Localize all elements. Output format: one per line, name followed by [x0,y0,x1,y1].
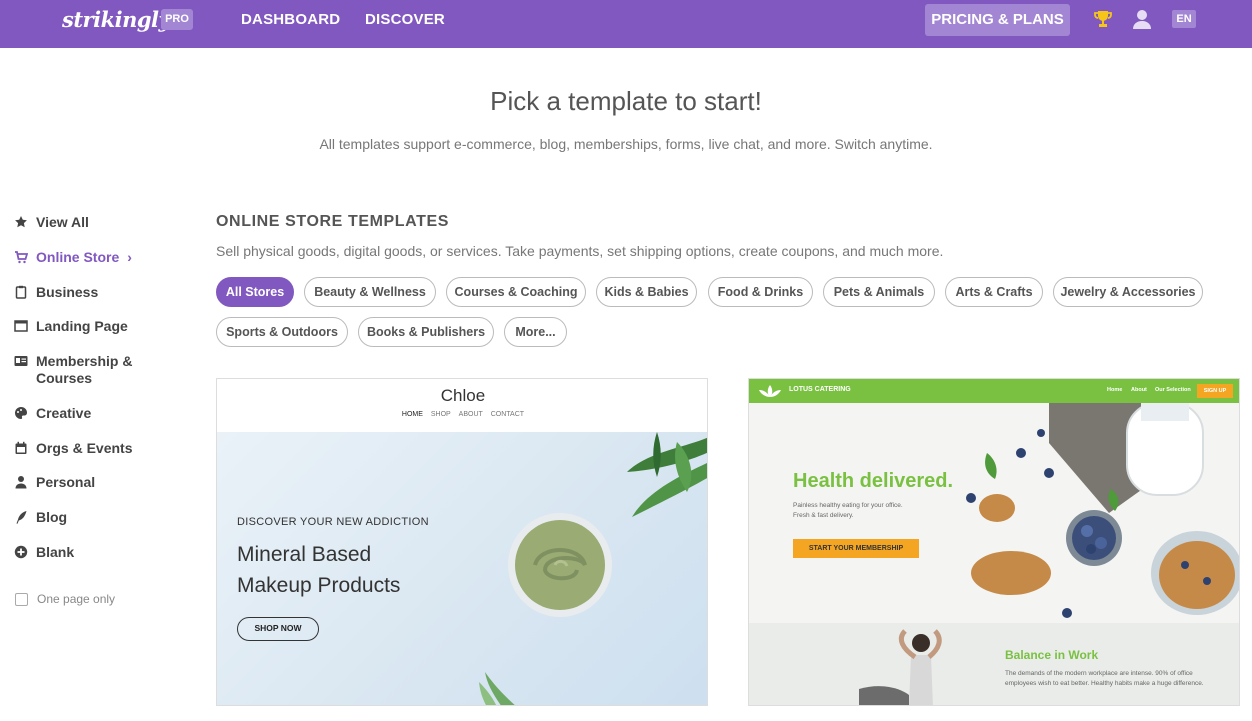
sidebar-item-view-all[interactable]: View All [14,214,89,231]
person-icon [15,476,27,489]
template-nav-item: SHOP [430,411,451,418]
template-headline: Health delivered. [793,470,954,492]
page-title: Pick a template to start! [490,86,762,116]
sidebar-item-blog[interactable]: Blog [14,509,67,526]
clay-bowl-illustration [508,513,612,617]
template-lower-section [749,623,1239,705]
filter-jewelry-accessories[interactable]: Jewelry & Accessories [1053,277,1203,307]
sidebar-item-label: Personal [36,474,96,490]
sidebar-item-label: View All [36,214,89,230]
sidebar-item-label: Blank [36,544,75,560]
pro-badge: PRO [161,9,193,30]
filter-kids-babies[interactable]: Kids & Babies [596,277,697,307]
filter-arts-crafts[interactable]: Arts & Crafts [945,277,1043,307]
sidebar-item-creative[interactable]: Creative [14,405,91,422]
template-subtext-line-2: Fresh & fast delivery. [793,512,854,519]
sidebar-item-label: Blog [36,509,68,525]
one-page-only-checkbox[interactable] [15,592,28,606]
sidebar-item-landing-page[interactable]: Landing Page [14,318,128,335]
filter-beauty-wellness[interactable]: Beauty & Wellness [304,277,436,307]
template-nav-item: Our Selection [1155,387,1191,393]
filter-sports-outdoors[interactable]: Sports & Outdoors [216,317,348,347]
template-card-lotus-catering[interactable]: LOTUS CATERING Home About Our Selection … [748,378,1240,706]
sidebar-item-online-store[interactable]: Online Store › [14,249,132,266]
section-title: ONLINE STORE TEMPLATES [216,213,450,230]
language-selector[interactable]: EN [1172,10,1196,28]
filter-books-publishers[interactable]: Books & Publishers [358,317,494,347]
calendar-icon [15,441,27,454]
template-nav-item: HOME [401,411,423,418]
sidebar-item-orgs-events[interactable]: Orgs & Events [14,440,132,457]
nav-discover[interactable]: DISCOVER [365,11,445,28]
template-subtext-line-1: Painless healthy eating for your office. [793,502,903,509]
plus-circle-icon [14,545,28,559]
clipboard-icon [15,285,27,299]
sidebar-item-blank[interactable]: Blank [14,544,74,561]
page-subtitle: All templates support e-commerce, blog, … [319,136,933,152]
template-section-body: The demands of the modern workplace are … [1005,670,1204,687]
section-description: Sell physical goods, digital goods, or s… [216,243,944,259]
filter-all-stores[interactable]: All Stores [216,277,294,307]
user-account-icon[interactable] [1131,8,1153,30]
nav-dashboard[interactable]: DASHBOARD [241,11,340,28]
one-page-only-label: One page only [37,592,116,606]
sidebar-item-label: Creative [36,405,92,421]
template-section-title: Balance in Work [1005,648,1099,662]
template-headline: Mineral Based Makeup Products [237,539,400,601]
window-icon [14,320,28,332]
sidebar-item-label: Orgs & Events [36,440,133,456]
chevron-right-icon: › [127,249,132,265]
sidebar-item-membership-courses[interactable]: Membership & Courses [14,353,174,387]
template-headline-line-1: Mineral Based [237,543,372,566]
trophy-icon[interactable] [1092,8,1114,30]
filter-courses-coaching[interactable]: Courses & Coaching [446,277,586,307]
template-shop-now-button: SHOP NOW [237,617,319,641]
template-nav-item: About [1131,387,1147,393]
star-icon [15,216,27,228]
template-nav-item: Home [1107,387,1123,393]
one-page-only-toggle[interactable]: One page only [15,592,115,606]
template-card-chloe[interactable]: Chloe HOME SHOP ABOUT CONTACT DISCOVER Y… [216,378,708,706]
yoga-person-illustration [859,629,942,705]
filter-pets-animals[interactable]: Pets & Animals [823,277,935,307]
sidebar-item-label: Membership & Courses [36,353,133,386]
sidebar-item-label: Online Store [36,249,120,265]
sidebar-item-label: Landing Page [36,318,128,334]
sidebar-item-business[interactable]: Business [14,284,98,301]
template-kicker: DISCOVER YOUR NEW ADDICTION [237,516,429,528]
template-header: Chloe HOME SHOP ABOUT CONTACT [217,379,707,432]
cart-icon [15,251,28,264]
template-signup-button: SIGN UP [1197,384,1233,398]
template-header: LOTUS CATERING Home About Our Selection … [749,379,1239,403]
pricing-plans-button[interactable]: PRICING & PLANS [925,4,1070,36]
sidebar-item-label: Business [36,284,99,300]
filter-food-drinks[interactable]: Food & Drinks [708,277,813,307]
sidebar-item-personal[interactable]: Personal [14,474,95,491]
template-headline-line-2: Makeup Products [237,574,401,597]
template-nav-item: CONTACT [490,411,525,418]
template-nav: HOME SHOP ABOUT CONTACT [217,411,707,418]
top-navbar: strikingly PRO DASHBOARD DISCOVER PRICIN… [0,0,1252,48]
template-subtext: Painless healthy eating for your office.… [793,501,953,521]
template-brand: LOTUS CATERING [789,386,851,393]
quill-icon [16,511,27,524]
filter-more[interactable]: More... [504,317,567,347]
template-brand: Chloe [440,386,486,405]
template-hero-image: DISCOVER YOUR NEW ADDICTION Mineral Base… [217,432,707,705]
palette-icon [15,407,28,419]
template-nav-item: ABOUT [458,411,483,418]
strikingly-logo[interactable]: strikingly [62,7,171,32]
lotus-logo-icon [759,385,781,397]
id-card-icon [14,356,28,366]
template-start-membership-button: START YOUR MEMBERSHIP [793,539,919,558]
